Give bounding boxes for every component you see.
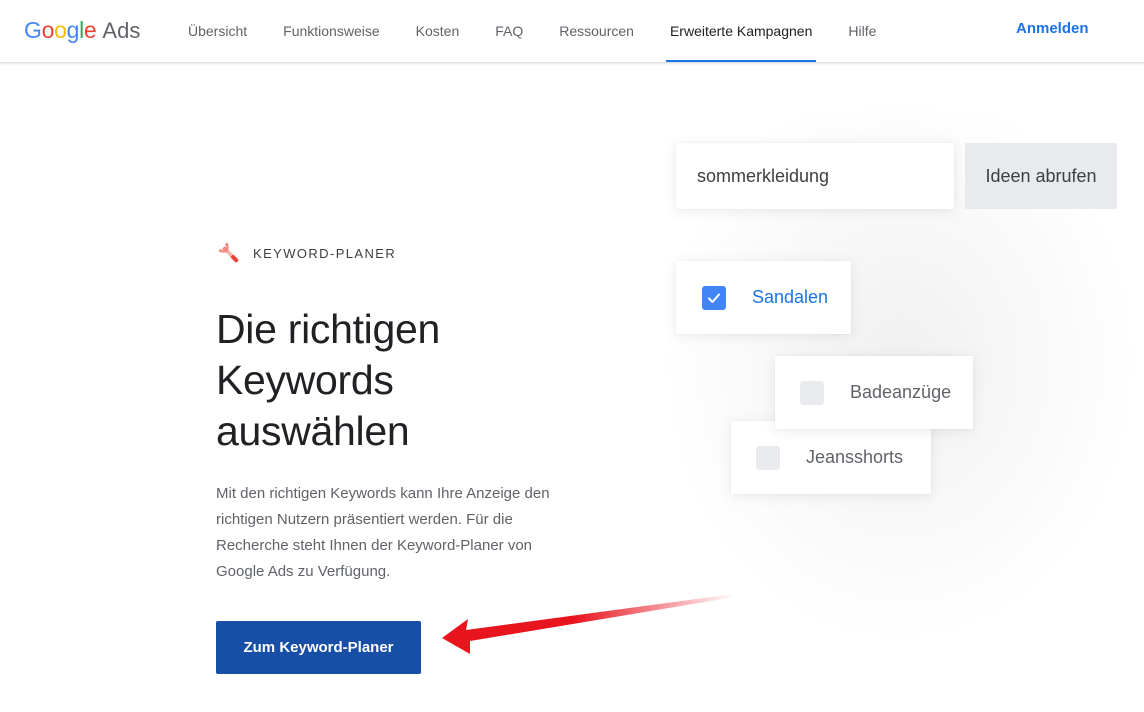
eyebrow-label: KEYWORD-PLANER bbox=[253, 245, 397, 261]
description-text: Mit den richtigen Keywords kann Ihre Anz… bbox=[216, 485, 550, 580]
keyword-label: Sandalen bbox=[752, 287, 829, 307]
keyword-label: Jeansshorts bbox=[806, 447, 904, 467]
nav-item-hilfe[interactable]: Hilfe bbox=[830, 0, 894, 62]
checkbox-unchecked[interactable] bbox=[800, 380, 824, 405]
google-wordmark: Google bbox=[24, 17, 97, 43]
title-line-3: auswählen bbox=[216, 408, 410, 454]
nav-item-uebersicht[interactable]: Übersicht bbox=[170, 0, 265, 62]
get-ideas-button[interactable]: Ideen abrufen bbox=[965, 143, 1117, 209]
checkbox-checked[interactable] bbox=[702, 285, 726, 310]
nav-item-faq[interactable]: FAQ bbox=[477, 0, 541, 62]
annotation-arrow-icon bbox=[442, 594, 735, 654]
keyword-search-input[interactable]: sommerkleidung bbox=[676, 143, 954, 209]
keyword-planner-button[interactable]: Zum Keyword-Planer bbox=[216, 621, 421, 674]
ads-wordmark: Ads bbox=[102, 18, 141, 43]
page-title: Die richtigen Keywords auswählen bbox=[216, 304, 576, 457]
title-line-1: Die richtigen bbox=[216, 306, 440, 352]
keyword-option-sandalen[interactable]: Sandalen bbox=[676, 261, 851, 334]
main-nav: Übersicht Funktionsweise Kosten FAQ Ress… bbox=[170, 0, 894, 62]
wrench-icon bbox=[218, 242, 239, 263]
keyword-option-jeansshorts[interactable]: Jeansshorts bbox=[731, 421, 931, 494]
google-ads-logo[interactable]: Google Ads bbox=[24, 17, 140, 45]
keyword-label: Badeanzüge bbox=[850, 382, 952, 402]
section-eyebrow: KEYWORD-PLANER bbox=[216, 240, 396, 266]
checkmark-icon bbox=[708, 293, 720, 303]
nav-item-funktionsweise[interactable]: Funktionsweise bbox=[265, 0, 398, 62]
keyword-option-badeanzuege[interactable]: Badeanzüge bbox=[775, 356, 973, 429]
top-navigation-bar: Google Ads Übersicht Funktionsweise Kost… bbox=[0, 0, 1144, 62]
nav-item-ressourcen[interactable]: Ressourcen bbox=[541, 0, 652, 62]
checkbox-unchecked[interactable] bbox=[756, 445, 780, 470]
signin-link[interactable]: Anmelden bbox=[1016, 20, 1089, 37]
title-line-2: Keywords bbox=[216, 357, 394, 403]
nav-item-kosten[interactable]: Kosten bbox=[398, 0, 478, 62]
nav-item-erweiterte-kampagnen[interactable]: Erweiterte Kampagnen bbox=[652, 0, 830, 62]
